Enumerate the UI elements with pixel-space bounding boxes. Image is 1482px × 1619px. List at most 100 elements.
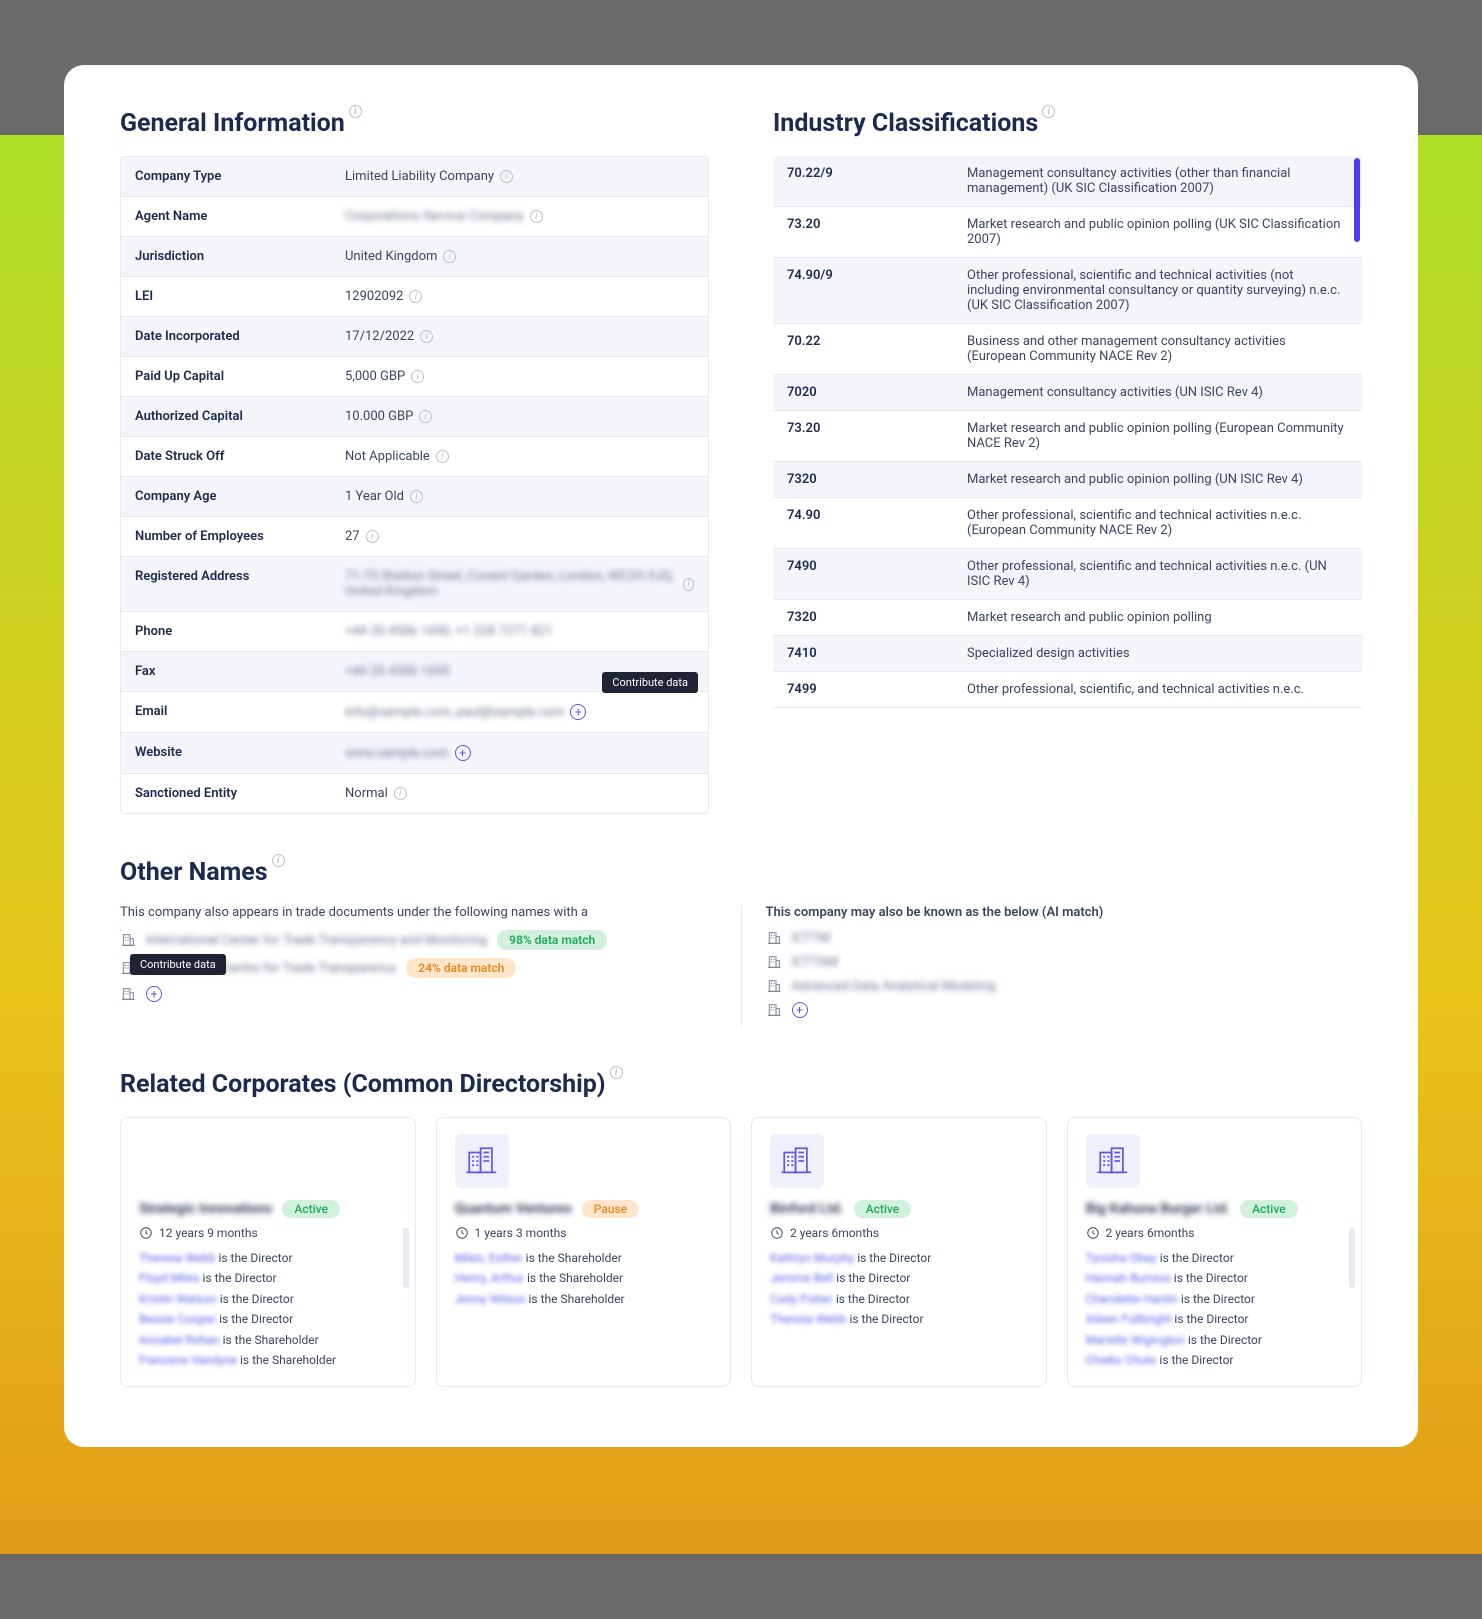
add-icon[interactable] xyxy=(570,704,586,720)
person-line: Jenny Wilson is the Shareholder xyxy=(455,1289,713,1309)
field-label: Phone xyxy=(121,612,331,651)
clock-icon xyxy=(139,1226,153,1240)
scrollbar-thumb[interactable] xyxy=(403,1228,409,1288)
corporate-icon xyxy=(1086,1134,1140,1188)
other-name-row: International Centre for Trade Transpare… xyxy=(120,958,717,978)
corporate-icon xyxy=(455,1134,509,1188)
person-line: Theresa Webb is the Director xyxy=(139,1248,397,1268)
general-info-row: Paid Up Capital5,000 GBP xyxy=(121,357,708,397)
general-info-row: Date Struck OffNot Applicable xyxy=(121,437,708,477)
status-badge: Active xyxy=(854,1200,912,1218)
info-icon[interactable] xyxy=(272,854,285,867)
industry-code: 73.20 xyxy=(787,421,967,451)
field-value: Normal xyxy=(331,774,708,813)
person-line: Francene Vandyne is the Shareholder xyxy=(139,1350,397,1370)
field-label: Paid Up Capital xyxy=(121,357,331,396)
person-line: Henry, Arthur is the Shareholder xyxy=(455,1268,713,1288)
tooltip: Contribute data xyxy=(602,672,698,693)
general-info-row: JurisdictionUnited Kingdom xyxy=(121,237,708,277)
other-name-row: ICTTAM xyxy=(766,954,1363,970)
info-icon[interactable] xyxy=(411,370,424,383)
field-label: Jurisdiction xyxy=(121,237,331,276)
industry-row: 7320Market research and public opinion p… xyxy=(773,462,1362,498)
related-corporate-card[interactable]: Big Kahuna Burger Ltd.Active2 years 6mon… xyxy=(1067,1117,1363,1387)
general-info-row: Websitewww.sample.com xyxy=(121,733,708,774)
info-icon[interactable] xyxy=(530,210,543,223)
info-icon[interactable] xyxy=(419,410,432,423)
industry-description: Other professional, scientific, and tech… xyxy=(967,682,1348,697)
industry-table: 70.22/9Management consultancy activities… xyxy=(773,156,1362,708)
other-name-text: ICTTAM xyxy=(792,955,839,970)
other-name-text: International Center for Trade Transpare… xyxy=(146,933,487,948)
field-label: Agent Name xyxy=(121,197,331,236)
industry-code: 74.90/9 xyxy=(787,268,967,313)
other-names-trade-intro: This company also appears in trade docum… xyxy=(120,905,717,920)
info-icon[interactable] xyxy=(409,290,422,303)
field-value: www.sample.com xyxy=(331,733,708,773)
section-related-title: Related Corporates (Common Directorship) xyxy=(120,1070,1362,1099)
info-icon[interactable] xyxy=(1042,105,1055,118)
add-icon[interactable] xyxy=(146,986,162,1002)
person-line: Chieko Chute is the Director xyxy=(1086,1350,1344,1370)
industry-row: 70.22Business and other management consu… xyxy=(773,324,1362,375)
person-line: Jerome Bell is the Director xyxy=(770,1268,1028,1288)
field-value: Not Applicable xyxy=(331,437,708,476)
industry-code: 73.20 xyxy=(787,217,967,247)
add-icon[interactable] xyxy=(792,1002,808,1018)
field-value: 71-75 Shelton Street, Covent Garden, Lon… xyxy=(331,557,708,611)
info-icon[interactable] xyxy=(366,530,379,543)
clock-icon xyxy=(455,1226,469,1240)
person-line: Aileen Fullbright is the Director xyxy=(1086,1309,1344,1329)
person-line: Hannah Burress is the Director xyxy=(1086,1268,1344,1288)
related-corporate-card[interactable]: Binford Ltd.Active2 years 6monthsKathryn… xyxy=(751,1117,1047,1387)
other-name-row: Advanced Data Analytical Modeling xyxy=(766,978,1363,994)
section-other-names-title: Other Names xyxy=(120,858,1362,887)
field-label: Website xyxy=(121,733,331,773)
general-info-row: Agent NameCorporations Service Company xyxy=(121,197,708,237)
info-icon[interactable] xyxy=(394,787,407,800)
building-icon xyxy=(766,954,782,970)
match-badge: 24% data match xyxy=(406,958,516,978)
info-icon[interactable] xyxy=(610,1066,623,1079)
field-value: +44 20 4586 1690, +1 228 7271 821 xyxy=(331,612,708,651)
industry-code: 7410 xyxy=(787,646,967,661)
corporate-name: Binford Ltd. xyxy=(770,1201,844,1217)
other-name-row: ICTTM xyxy=(766,930,1363,946)
industry-row: 7410Specialized design activities xyxy=(773,636,1362,672)
info-icon[interactable] xyxy=(349,105,362,118)
industry-row: 7320Market research and public opinion p… xyxy=(773,600,1362,636)
field-label: Date Struck Off xyxy=(121,437,331,476)
related-corporate-card[interactable]: Quantum VenturesPause1 years 3 monthsMil… xyxy=(436,1117,732,1387)
industry-code: 70.22/9 xyxy=(787,166,967,196)
industry-row: 73.20Market research and public opinion … xyxy=(773,207,1362,258)
building-icon xyxy=(766,930,782,946)
info-icon[interactable] xyxy=(436,450,449,463)
info-icon[interactable] xyxy=(420,330,433,343)
add-icon[interactable] xyxy=(455,745,471,761)
field-label: Fax xyxy=(121,652,331,691)
general-info-row: Sanctioned EntityNormal xyxy=(121,774,708,813)
general-info-row: Number of Employees27 xyxy=(121,517,708,557)
person-line: Marielle Wigington is the Director xyxy=(1086,1330,1344,1350)
info-icon[interactable] xyxy=(683,578,694,591)
scrollbar-thumb[interactable] xyxy=(1349,1228,1355,1288)
industry-row: 70.22/9Management consultancy activities… xyxy=(773,156,1362,207)
industry-description: Market research and public opinion polli… xyxy=(967,421,1348,451)
info-icon[interactable] xyxy=(410,490,423,503)
info-icon[interactable] xyxy=(500,170,513,183)
industry-description: Other professional, scientific and techn… xyxy=(967,268,1348,313)
match-badge: 98% data match xyxy=(497,930,607,950)
field-label: Company Age xyxy=(121,477,331,516)
building-icon xyxy=(766,978,782,994)
status-badge: Active xyxy=(282,1200,340,1218)
industry-code: 7320 xyxy=(787,472,967,487)
scrollbar-thumb[interactable] xyxy=(1354,158,1360,242)
field-value: info@sample.com, paul@sample.comContribu… xyxy=(331,692,708,732)
related-corporate-card[interactable]: Strategic InnovationsActive12 years 9 mo… xyxy=(120,1117,416,1387)
person-line: Cody Fisher is the Director xyxy=(770,1289,1028,1309)
industry-code: 7499 xyxy=(787,682,967,697)
other-name-row xyxy=(766,1002,1363,1018)
field-value: 5,000 GBP xyxy=(331,357,708,396)
industry-description: Management consultancy activities (other… xyxy=(967,166,1348,196)
info-icon[interactable] xyxy=(443,250,456,263)
